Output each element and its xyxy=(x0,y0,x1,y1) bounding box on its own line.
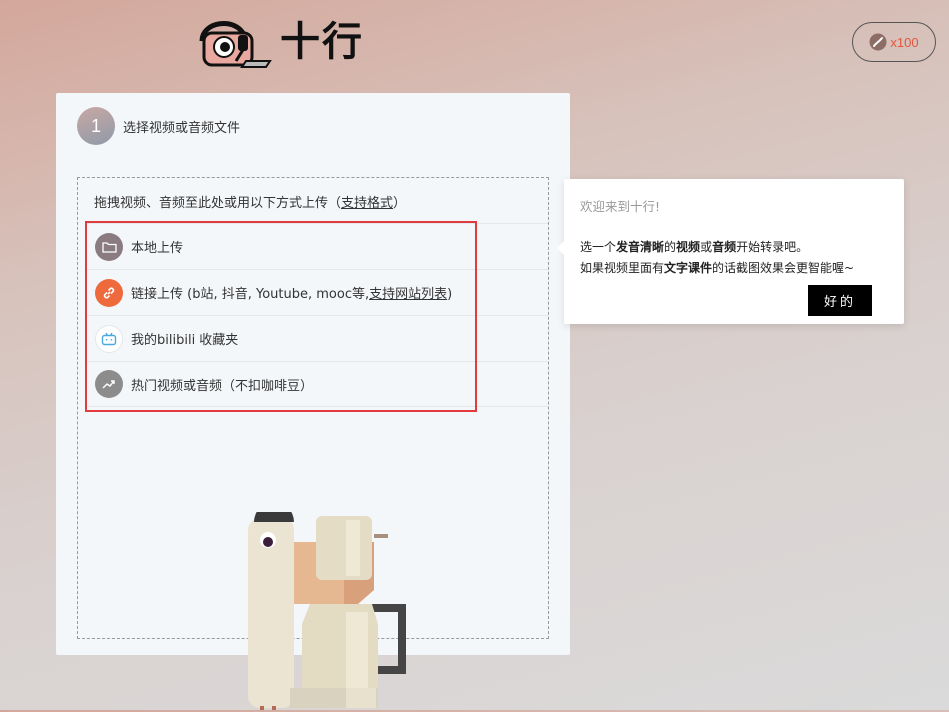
link-upload-end: ) xyxy=(447,287,453,302)
coffee-bean-icon xyxy=(869,33,887,51)
popup-bold-text: 发音清晰 xyxy=(616,240,665,254)
logo-text: 十行 xyxy=(280,19,364,65)
option-bilibili-favorites[interactable]: 我的bilibili 收藏夹 xyxy=(86,315,548,361)
logo-mascot-icon xyxy=(199,21,272,68)
popup-arrow xyxy=(557,241,564,255)
coffee-bean-balance-button[interactable]: x100 xyxy=(852,22,936,62)
step-label: 选择视频或音频文件 xyxy=(123,120,241,136)
coffee-bean-count: x100 xyxy=(890,34,919,50)
step-header: 1 选择视频或音频文件 xyxy=(77,107,240,145)
popup-line-1: 选一个发音清晰的视频或音频开始转录吧。 xyxy=(580,237,854,258)
link-upload-text: 链接上传 (b站, 抖音, Youtube, mooc等, xyxy=(131,287,370,302)
popup-text: 的话截图效果会更智能喔~ xyxy=(712,261,855,275)
popup-line-2: 如果视频里面有文字课件的话截图效果会更智能喔~ xyxy=(580,258,854,279)
drop-hint-end: ） xyxy=(393,196,407,211)
supported-formats-link[interactable]: 支持格式 xyxy=(341,196,393,211)
link-icon xyxy=(95,278,123,307)
popup-text: 如果视频里面有 xyxy=(580,261,665,275)
drop-hint-text: 拖拽视频、音频至此处或用以下方式上传（ xyxy=(94,196,342,211)
bilibili-icon xyxy=(95,324,123,353)
upload-card: 1 选择视频或音频文件 拖拽视频、音频至此处或用以下方式上传（支持格式） 本地上… xyxy=(56,93,570,710)
supported-sites-link[interactable]: 支持网站列表 xyxy=(369,287,447,302)
trending-icon xyxy=(95,370,123,398)
popup-bold-text: 文字课件 xyxy=(664,261,713,275)
file-drop-zone[interactable]: 拖拽视频、音频至此处或用以下方式上传（支持格式） 本地上传 链接上传 (b站, … xyxy=(77,177,549,710)
option-link-upload[interactable]: 链接上传 (b站, 抖音, Youtube, mooc等,支持网站列表) xyxy=(86,269,548,315)
folder-icon xyxy=(95,232,123,261)
coffee-machine-illustration xyxy=(248,512,406,710)
popup-title: 欢迎来到十行! xyxy=(580,199,661,214)
option-bilibili-label: 我的bilibili 收藏夹 xyxy=(131,333,239,348)
welcome-popup: 欢迎来到十行! 选一个发音清晰的视频或音频开始转录吧。 如果视频里面有文字课件的… xyxy=(557,179,904,324)
popup-bold-text: 音频 xyxy=(712,240,737,254)
app-logo[interactable]: 十行 xyxy=(196,14,364,70)
option-local-upload-label: 本地上传 xyxy=(131,241,184,256)
popup-text: 选一个 xyxy=(580,240,617,254)
popup-bold-text: 视频 xyxy=(676,240,701,254)
popup-text: 开始转录吧。 xyxy=(736,240,809,254)
upload-options-list: 本地上传 链接上传 (b站, 抖音, Youtube, mooc等,支持网站列表… xyxy=(86,223,548,407)
step-number: 1 xyxy=(77,107,115,145)
popup-text: 的 xyxy=(664,240,677,254)
option-trending-label: 热门视频或音频（不扣咖啡豆） xyxy=(131,378,314,394)
popup-text: 或 xyxy=(700,240,713,254)
option-link-upload-label: 链接上传 (b站, 抖音, Youtube, mooc等,支持网站列表) xyxy=(131,283,452,302)
popup-ok-button[interactable]: 好的 xyxy=(808,285,872,316)
option-local-upload[interactable]: 本地上传 xyxy=(86,223,548,269)
popup-body: 选一个发音清晰的视频或音频开始转录吧。 如果视频里面有文字课件的话截图效果会更智… xyxy=(580,237,854,279)
option-trending-media[interactable]: 热门视频或音频（不扣咖啡豆） xyxy=(86,361,548,407)
drop-hint: 拖拽视频、音频至此处或用以下方式上传（支持格式） xyxy=(94,192,406,211)
